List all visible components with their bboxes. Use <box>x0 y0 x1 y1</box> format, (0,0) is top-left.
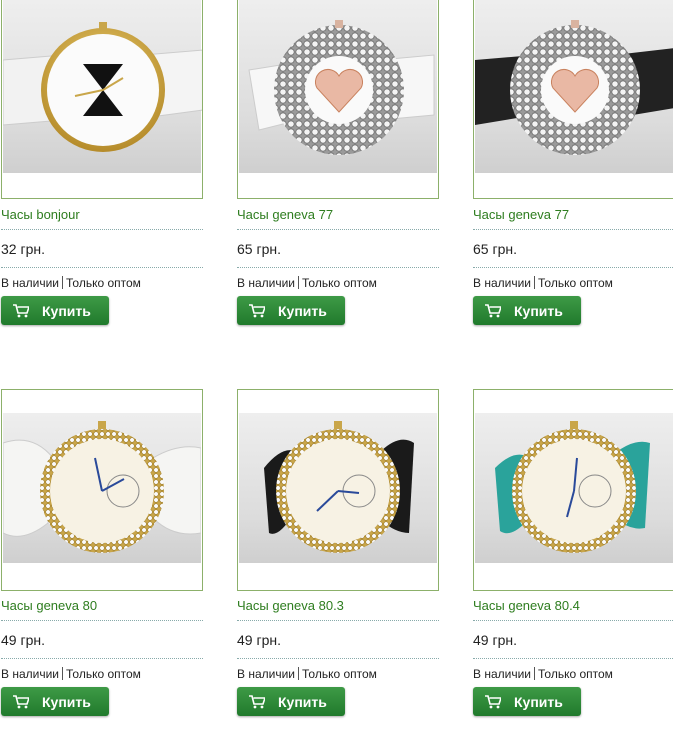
divider <box>298 276 300 289</box>
buy-button-label: Купить <box>278 302 327 319</box>
buy-button[interactable]: Купить <box>237 687 345 716</box>
product-price: 49 грн. <box>1 632 203 659</box>
divider <box>298 667 300 680</box>
cart-icon <box>249 304 265 318</box>
wholesale-note: Только оптом <box>66 276 141 290</box>
buy-button-label: Купить <box>514 302 563 319</box>
availability: В наличии Только оптом <box>237 667 377 681</box>
buy-button[interactable]: Купить <box>1 296 109 325</box>
product-price: 32 грн. <box>1 241 203 268</box>
availability: В наличии Только оптом <box>1 276 141 290</box>
buy-button[interactable]: Купить <box>1 687 109 716</box>
buy-button-label: Купить <box>278 693 327 710</box>
product-price: 49 грн. <box>237 632 439 659</box>
product-price: 65 грн. <box>237 241 439 268</box>
buy-button[interactable]: Купить <box>473 687 581 716</box>
watch-image <box>475 20 673 155</box>
availability: В наличии Только оптом <box>237 276 377 290</box>
product-image[interactable] <box>237 0 439 199</box>
product-price: 65 грн. <box>473 241 673 268</box>
buy-button-label: Купить <box>514 693 563 710</box>
watch-image <box>264 421 414 553</box>
buy-button-label: Купить <box>42 302 91 319</box>
watch-image <box>2 421 202 553</box>
product-image[interactable] <box>1 0 203 199</box>
stock-status: В наличии <box>237 276 296 290</box>
product-title[interactable]: Часы geneva 80.4 <box>473 598 673 621</box>
divider <box>62 276 64 289</box>
product-image[interactable] <box>237 389 439 591</box>
product-title[interactable]: Часы geneva 80 <box>1 598 203 621</box>
cart-icon <box>249 695 265 709</box>
buy-button[interactable]: Купить <box>237 296 345 325</box>
cart-icon <box>13 695 29 709</box>
product-title[interactable]: Часы bonjour <box>1 207 203 230</box>
stock-status: В наличии <box>473 276 532 290</box>
product-price: 49 грн. <box>473 632 673 659</box>
cart-icon <box>13 304 29 318</box>
availability: В наличии Только оптом <box>473 667 613 681</box>
buy-button-label: Купить <box>42 693 91 710</box>
buy-button[interactable]: Купить <box>473 296 581 325</box>
availability: В наличии Только оптом <box>1 667 141 681</box>
wholesale-note: Только оптом <box>302 667 377 681</box>
divider <box>62 667 64 680</box>
watch-image <box>248 20 435 155</box>
wholesale-note: Только оптом <box>538 667 613 681</box>
product-image[interactable] <box>1 389 203 591</box>
product-image[interactable] <box>473 0 673 199</box>
product-title[interactable]: Часы geneva 80.3 <box>237 598 439 621</box>
cart-icon <box>485 304 501 318</box>
watch-image <box>2 22 202 152</box>
stock-status: В наличии <box>1 667 60 681</box>
cart-icon <box>485 695 501 709</box>
divider <box>534 276 536 289</box>
stock-status: В наличии <box>473 667 532 681</box>
divider <box>534 667 536 680</box>
wholesale-note: Только оптом <box>538 276 613 290</box>
wholesale-note: Только оптом <box>302 276 377 290</box>
product-title[interactable]: Часы geneva 77 <box>237 207 439 230</box>
stock-status: В наличии <box>237 667 296 681</box>
watch-image <box>495 421 650 553</box>
availability: В наличии Только оптом <box>473 276 613 290</box>
product-title[interactable]: Часы geneva 77 <box>473 207 673 230</box>
wholesale-note: Только оптом <box>66 667 141 681</box>
stock-status: В наличии <box>1 276 60 290</box>
product-image[interactable] <box>473 389 673 591</box>
